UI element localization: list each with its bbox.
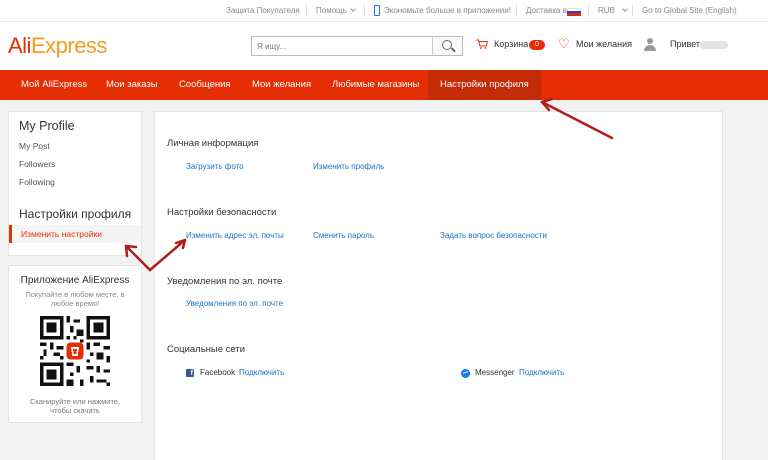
security-settings-title: Настройки безопасности <box>167 207 277 218</box>
security-question-link[interactable]: Задать вопрос безопасности <box>440 231 547 240</box>
wishlist-link[interactable]: Мои желания <box>576 39 632 49</box>
sidebar-item-following[interactable]: Following <box>19 177 55 187</box>
top-utility-bar: Защита Покупателя Помощь Экономьте больш… <box>0 0 768 22</box>
app-title: Приложение AliExpress <box>20 275 130 286</box>
divider <box>306 5 307 16</box>
delivery-label[interactable]: Доставка в <box>526 6 567 15</box>
username-blurred <box>700 41 728 49</box>
russia-flag-icon <box>567 8 581 16</box>
chevron-down-icon <box>350 6 356 12</box>
global-site-link[interactable]: Go to Global Site (English) <box>642 6 737 15</box>
sidebar-item-edit-settings[interactable]: Изменить настройки <box>9 225 141 243</box>
qr-code-icon[interactable] <box>40 316 110 386</box>
messenger-connect-link[interactable]: Подключить <box>519 368 564 377</box>
chevron-down-icon <box>622 6 628 12</box>
edit-profile-link[interactable]: Изменить профиль <box>313 162 384 171</box>
email-notifications-link[interactable]: Уведомления по эл. почте <box>186 299 283 308</box>
logo-ali: Ali <box>8 33 31 58</box>
main-nav: Мой AliExpress Мои заказы Сообщения Мои … <box>0 70 768 100</box>
messenger-label: Messenger <box>475 368 515 377</box>
help-menu[interactable]: Помощь <box>316 6 356 15</box>
upload-photo-link[interactable]: Загрузить фото <box>186 162 244 171</box>
divider <box>516 5 517 16</box>
logo-express: Express <box>30 33 107 58</box>
nav-profile-settings[interactable]: Настройки профиля <box>428 70 541 100</box>
sidebar-item-my-post[interactable]: My Post <box>19 141 50 151</box>
profile-settings-title: Настройки профиля <box>19 207 132 221</box>
search-box <box>251 36 463 56</box>
cart-link[interactable]: Корзина <box>494 39 528 49</box>
sidebar-item-followers[interactable]: Followers <box>19 159 55 169</box>
change-email-link[interactable]: Изменить адрес эл. почты <box>186 231 284 240</box>
sidebar-item-label: Изменить настройки <box>21 229 102 239</box>
heart-icon: ♡ <box>558 36 570 51</box>
facebook-connect-link[interactable]: Подключить <box>239 368 284 377</box>
cart-icon <box>476 39 488 49</box>
my-profile-title: My Profile <box>19 119 75 133</box>
email-notifications-title: Уведомления по эл. почте <box>167 276 283 287</box>
arrowhead <box>540 97 554 112</box>
buyer-protection-link[interactable]: Защита Покупателя <box>226 6 300 15</box>
greeting-text[interactable]: Привет <box>670 39 700 49</box>
facebook-icon: f <box>186 369 194 377</box>
divider <box>588 5 589 16</box>
phone-icon <box>374 5 380 16</box>
help-label: Помощь <box>316 6 347 15</box>
nav-messages[interactable]: Сообщения <box>179 70 231 100</box>
aliexpress-logo[interactable]: AliExpress <box>8 33 107 59</box>
divider <box>632 5 633 16</box>
personal-info-title: Личная информация <box>167 138 259 149</box>
nav-my-aliexpress[interactable]: Мой AliExpress <box>21 70 87 100</box>
nav-my-orders[interactable]: Мои заказы <box>106 70 158 100</box>
app-scan-hint: Сканируйте или нажмите, чтобы скачать <box>29 397 121 415</box>
user-avatar-icon[interactable] <box>644 38 656 51</box>
social-networks-title: Социальные сети <box>167 344 246 355</box>
cart-count-badge: 0 <box>529 40 545 50</box>
search-button[interactable] <box>432 37 462 55</box>
facebook-label: Facebook <box>200 368 236 377</box>
divider <box>364 5 365 16</box>
nav-wishlist[interactable]: Мои желания <box>252 70 311 100</box>
app-download-box: Приложение AliExpress Покупайте в любом … <box>8 265 142 423</box>
change-password-link[interactable]: Сменить пароль <box>313 231 374 240</box>
app-promo-link[interactable]: Экономьте больше в приложении! <box>384 6 511 15</box>
messenger-icon <box>461 369 470 378</box>
app-subtitle: Покупайте в любом месте, в любое время! <box>25 290 125 308</box>
search-icon <box>442 40 452 50</box>
header: AliExpress Корзина 0 ♡ Мои желания Приве… <box>0 22 768 70</box>
sidebar: My Profile My Post Followers Following Н… <box>8 111 142 256</box>
settings-panel: Личная информация Загрузить фото Изменит… <box>154 111 723 460</box>
currency-label: RUB <box>598 6 615 15</box>
nav-favorite-stores[interactable]: Любимые магазины <box>332 70 419 100</box>
currency-selector[interactable]: RUB <box>598 6 628 15</box>
search-input[interactable] <box>252 37 432 55</box>
